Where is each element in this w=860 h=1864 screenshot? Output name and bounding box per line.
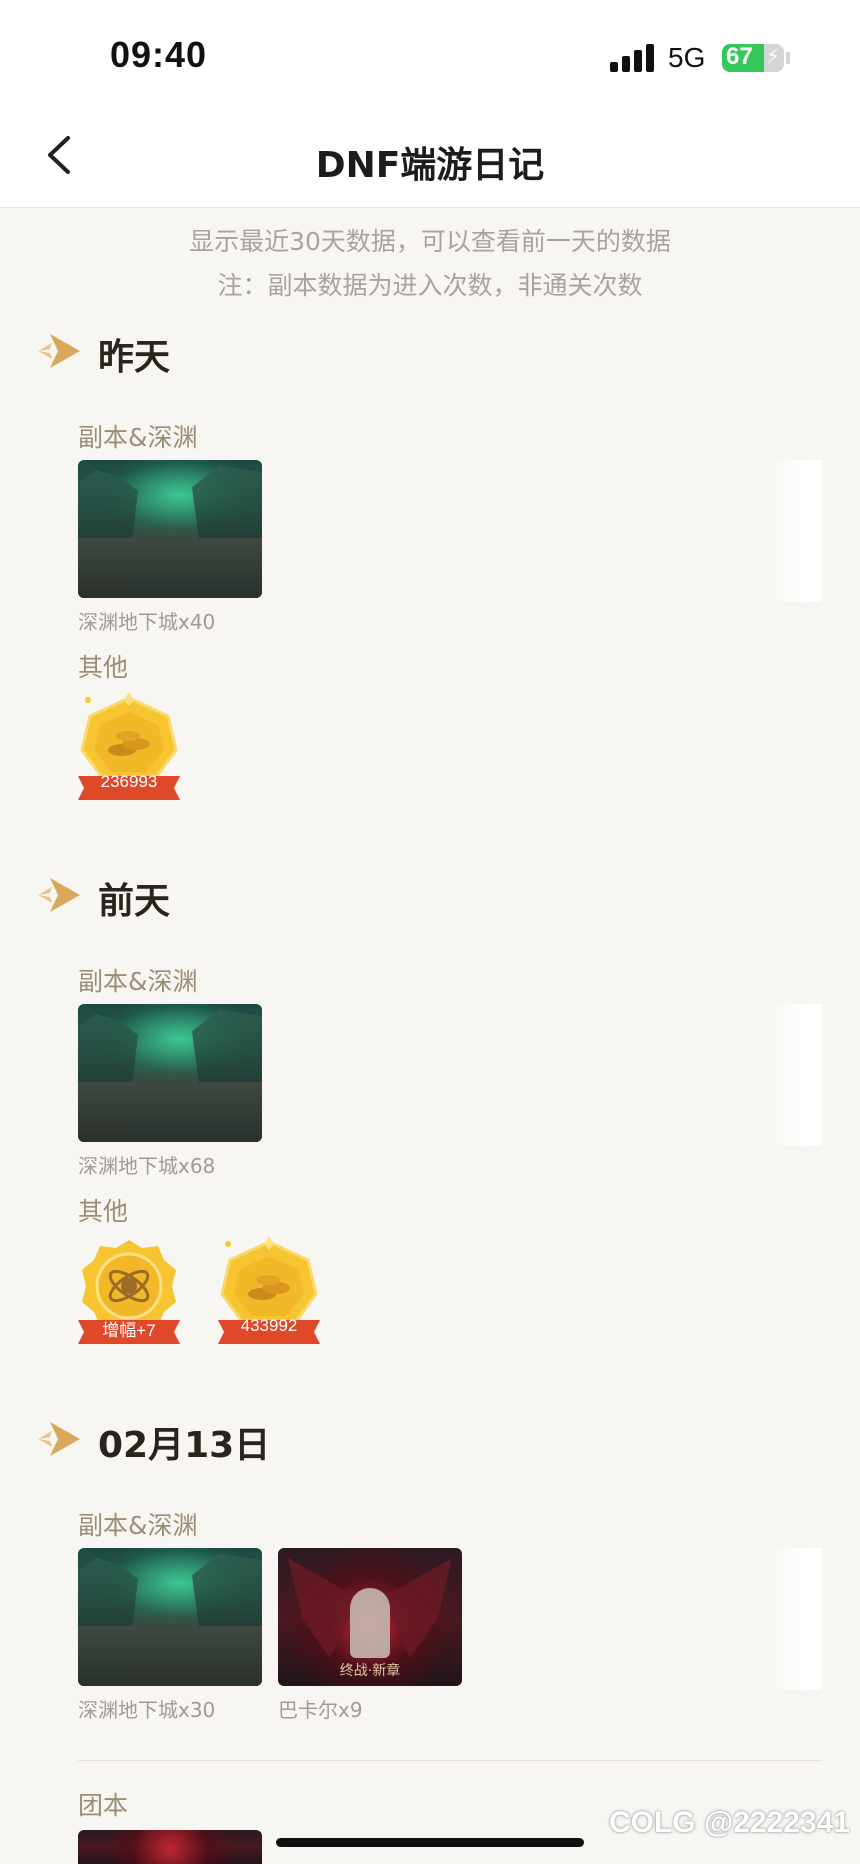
dungeon-caption: 巴卡尔x9	[278, 1698, 363, 1722]
ground	[78, 1082, 262, 1142]
dungeon-label: 副本&深渊	[78, 423, 198, 452]
dungeon-caption: 深渊地下城x30	[78, 1698, 216, 1722]
badge-value: 增幅+7	[102, 1321, 156, 1340]
ruin-left	[78, 1558, 138, 1628]
gold-coins-badge[interactable]: 433992	[216, 1236, 322, 1348]
home-indicator[interactable]	[276, 1838, 584, 1847]
battery-icon: 67 ⚡	[722, 44, 784, 72]
scroll-fade	[770, 460, 822, 602]
dungeon-caption: 深渊地下城x68	[78, 1154, 216, 1178]
notice-line-1: 显示最近30天数据，可以查看前一天的数据	[189, 227, 671, 256]
charging-bolt-icon: ⚡	[765, 44, 780, 68]
gold-arrow-icon	[38, 334, 80, 368]
badge-value: 236993	[100, 772, 158, 791]
raid-card-partial[interactable]	[78, 1830, 262, 1864]
top-bar: 09:40 5G 67 ⚡ DNF端游日记	[0, 0, 860, 208]
section-title: 前天	[98, 881, 171, 922]
section-title: 昨天	[98, 337, 171, 378]
dungeon-card-abyss[interactable]	[78, 460, 262, 598]
raid-label: 团本	[78, 1791, 129, 1820]
battery-level: 67	[726, 44, 753, 70]
gold-arrow-icon	[38, 878, 80, 912]
network-type: 5G	[668, 42, 706, 73]
ground	[78, 538, 262, 598]
dungeon-card-bakal[interactable]: 终战·新章	[278, 1548, 462, 1686]
watermark: COLG @2222341	[608, 1806, 850, 1839]
scroll-fade	[770, 1004, 822, 1146]
scroll-fade	[770, 1548, 822, 1690]
other-label: 其他	[78, 1197, 129, 1226]
gold-coins-badge[interactable]: 236993	[76, 692, 182, 804]
page-title: DNF端游日记	[315, 145, 545, 186]
gold-arrow-icon	[38, 1422, 80, 1456]
dungeon-card-abyss[interactable]	[78, 1004, 262, 1142]
badge-value: 433992	[240, 1316, 298, 1335]
ruin-right	[192, 465, 262, 540]
dungeon-label: 副本&深渊	[78, 967, 198, 996]
section-title: 02月13日	[98, 1425, 271, 1466]
dungeon-caption: 深渊地下城x40	[78, 610, 216, 634]
battery-tip	[786, 52, 790, 64]
ruin-right	[192, 1009, 262, 1084]
other-label: 其他	[78, 653, 129, 682]
dungeon-label: 副本&深渊	[78, 1511, 198, 1540]
signal-icon	[610, 44, 656, 72]
amplify-badge[interactable]: 增幅+7	[76, 1236, 182, 1348]
dungeon-card-abyss[interactable]	[78, 1548, 262, 1686]
wing-left	[288, 1558, 358, 1658]
raid-art-title: 终战·新章	[339, 1663, 401, 1679]
ground	[78, 1626, 262, 1686]
divider	[78, 1760, 822, 1761]
wing-right	[382, 1558, 452, 1658]
notice-line-2: 注：副本数据为进入次数，非通关次数	[217, 271, 643, 300]
status-time: 09:40	[110, 34, 208, 75]
boss-figure	[350, 1588, 390, 1658]
ruin-right	[192, 1553, 262, 1628]
ruin-left	[78, 1014, 138, 1084]
ruin-left	[78, 470, 138, 540]
